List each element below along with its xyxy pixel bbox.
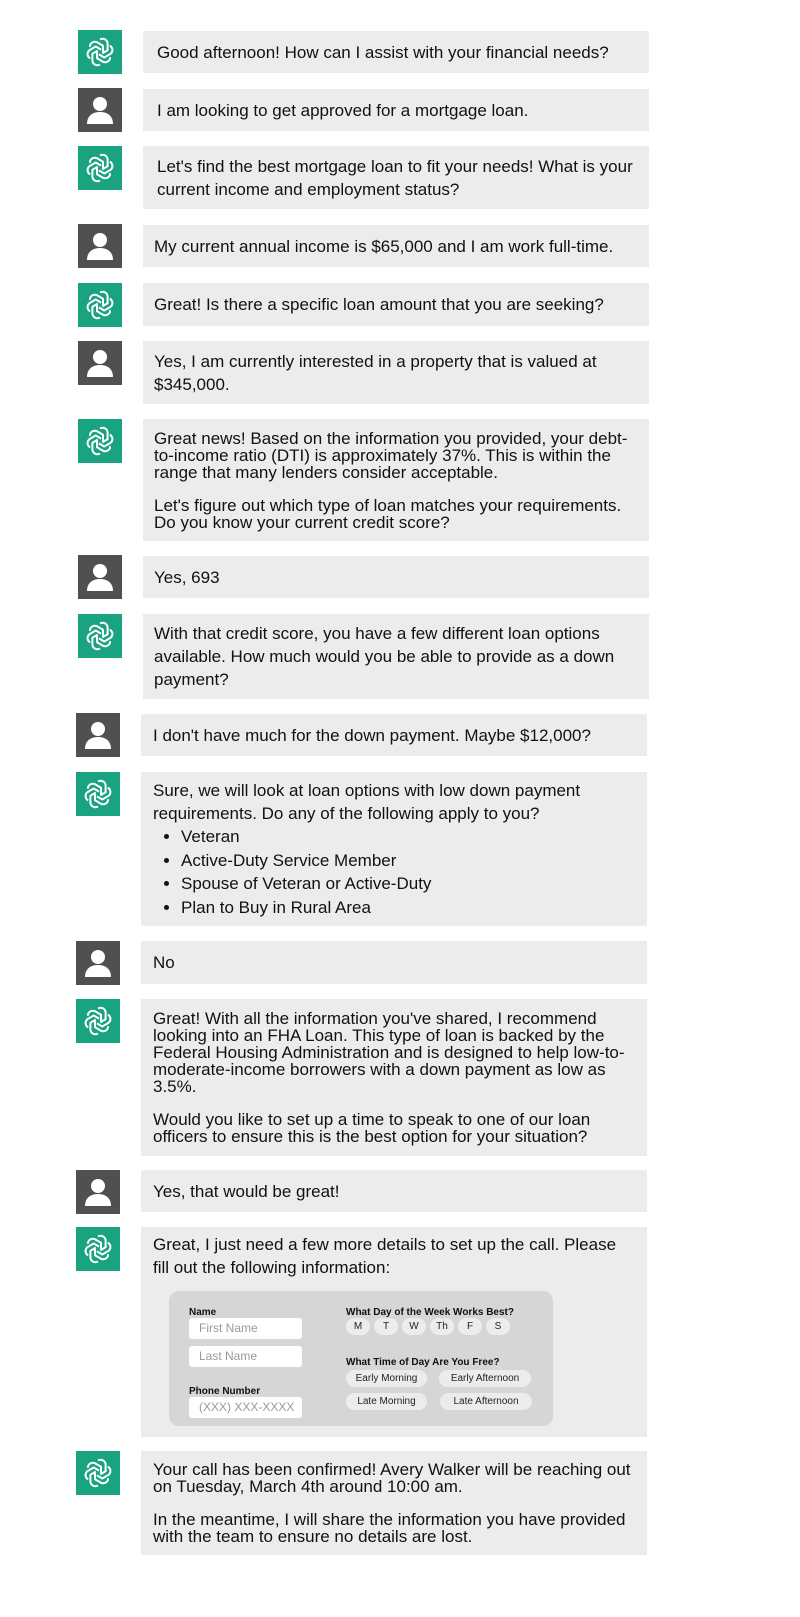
bot-avatar: [76, 772, 120, 816]
user-message: Yes, I am currently interested in a prop…: [143, 341, 649, 404]
bot-message: Great! Is there a specific loan amount t…: [143, 283, 649, 326]
bot-message: Great, I just need a few more details to…: [141, 1227, 647, 1437]
bot-avatar: [78, 146, 122, 190]
message-text: I don't have much for the down payment. …: [153, 725, 591, 745]
message-text: Yes, that would be great!: [153, 1181, 340, 1201]
user-message: Yes, that would be great!: [141, 1170, 647, 1212]
openai-logo-icon: [86, 426, 114, 456]
user-avatar-icon: [87, 233, 113, 260]
bot-message: Great news! Based on the information you…: [143, 419, 649, 541]
message-paragraph: Great news! Based on the information you…: [154, 429, 628, 482]
message-text: With that credit score, you have a few d…: [154, 624, 615, 689]
day-option-wednesday[interactable]: W: [402, 1318, 426, 1335]
day-option-monday[interactable]: M: [346, 1318, 370, 1335]
user-avatar-icon: [87, 97, 113, 124]
bot-message: With that credit score, you have a few d…: [143, 614, 649, 699]
user-message: Yes, 693: [143, 556, 649, 598]
bot-avatar: [78, 614, 122, 658]
message-text: Great, I just need a few more details to…: [153, 1235, 617, 1277]
bot-avatar: [78, 419, 122, 463]
list-item: Veteran: [181, 825, 633, 849]
user-avatar-icon: [85, 1179, 111, 1206]
time-option-late-morning[interactable]: Late Morning: [346, 1393, 427, 1410]
user-avatar: [78, 341, 122, 385]
day-option-saturday[interactable]: S: [486, 1318, 510, 1335]
message-paragraph: In the meantime, I will share the inform…: [153, 1510, 626, 1546]
message-paragraph: Your call has been confirmed! Avery Walk…: [153, 1460, 631, 1496]
message-text: I am looking to get approved for a mortg…: [157, 100, 529, 120]
message-paragraph: Would you like to set up a time to speak…: [153, 1110, 591, 1146]
call-scheduling-form: Name First Name Last Name Phone Number (…: [169, 1291, 553, 1426]
user-avatar: [78, 224, 122, 268]
user-avatar: [78, 88, 122, 132]
last-name-input[interactable]: Last Name: [189, 1346, 302, 1367]
list-item: Spouse of Veteran or Active-Duty: [181, 872, 633, 896]
options-list: Veteran Active-Duty Service Member Spous…: [153, 825, 633, 919]
bot-avatar: [76, 1227, 120, 1271]
bot-avatar: [78, 283, 122, 327]
message-text: Good afternoon! How can I assist with yo…: [157, 42, 609, 62]
bot-message: Good afternoon! How can I assist with yo…: [143, 31, 649, 73]
bot-message: Great! With all the information you've s…: [141, 999, 647, 1156]
bot-message: Your call has been confirmed! Avery Walk…: [141, 1451, 647, 1555]
user-avatar-icon: [87, 564, 113, 591]
openai-logo-icon: [86, 153, 114, 183]
day-picker: M T W Th F S: [346, 1318, 546, 1335]
message-text: Yes, I am currently interested in a prop…: [154, 351, 597, 394]
openai-logo-icon: [86, 290, 114, 320]
user-message: My current annual income is $65,000 and …: [143, 225, 649, 267]
user-avatar-icon: [87, 350, 113, 377]
user-message: No: [141, 941, 647, 984]
message-paragraph: Great! With all the information you've s…: [153, 1009, 625, 1096]
time-option-early-afternoon[interactable]: Early Afternoon: [439, 1370, 531, 1387]
list-item: Active-Duty Service Member: [181, 849, 633, 873]
user-avatar: [78, 555, 122, 599]
user-message: I don't have much for the down payment. …: [141, 714, 647, 756]
message-text: Yes, 693: [154, 567, 220, 587]
bot-avatar: [76, 999, 120, 1043]
user-avatar: [76, 1170, 120, 1214]
bot-avatar: [76, 1451, 120, 1495]
message-text: No: [153, 953, 175, 972]
user-avatar-icon: [85, 950, 111, 977]
phone-input[interactable]: (XXX) XXX-XXXX: [189, 1397, 302, 1418]
day-option-tuesday[interactable]: T: [374, 1318, 398, 1335]
message-text: Let's find the best mortgage loan to fit…: [157, 156, 633, 199]
bot-message: Let's find the best mortgage loan to fit…: [143, 146, 649, 209]
openai-logo-icon: [84, 1006, 112, 1036]
user-avatar-icon: [85, 722, 111, 749]
message-text: Great! Is there a specific loan amount t…: [154, 295, 604, 314]
bot-message: Sure, we will look at loan options with …: [141, 772, 647, 926]
time-option-late-afternoon[interactable]: Late Afternoon: [440, 1393, 532, 1410]
day-option-thursday[interactable]: Th: [430, 1318, 454, 1335]
user-avatar: [76, 941, 120, 985]
message-text: My current annual income is $65,000 and …: [154, 236, 614, 256]
openai-logo-icon: [86, 37, 114, 67]
first-name-input[interactable]: First Name: [189, 1318, 302, 1339]
user-avatar: [76, 713, 120, 757]
openai-logo-icon: [84, 779, 112, 809]
day-option-friday[interactable]: F: [458, 1318, 482, 1335]
openai-logo-icon: [86, 621, 114, 651]
list-item: Plan to Buy in Rural Area: [181, 896, 633, 920]
message-text: Sure, we will look at loan options with …: [153, 781, 581, 823]
openai-logo-icon: [84, 1234, 112, 1264]
openai-logo-icon: [84, 1458, 112, 1488]
bot-avatar: [78, 30, 122, 74]
user-message: I am looking to get approved for a mortg…: [143, 89, 649, 131]
message-paragraph: Let's figure out which type of loan matc…: [154, 496, 622, 532]
time-option-early-morning[interactable]: Early Morning: [346, 1370, 427, 1387]
